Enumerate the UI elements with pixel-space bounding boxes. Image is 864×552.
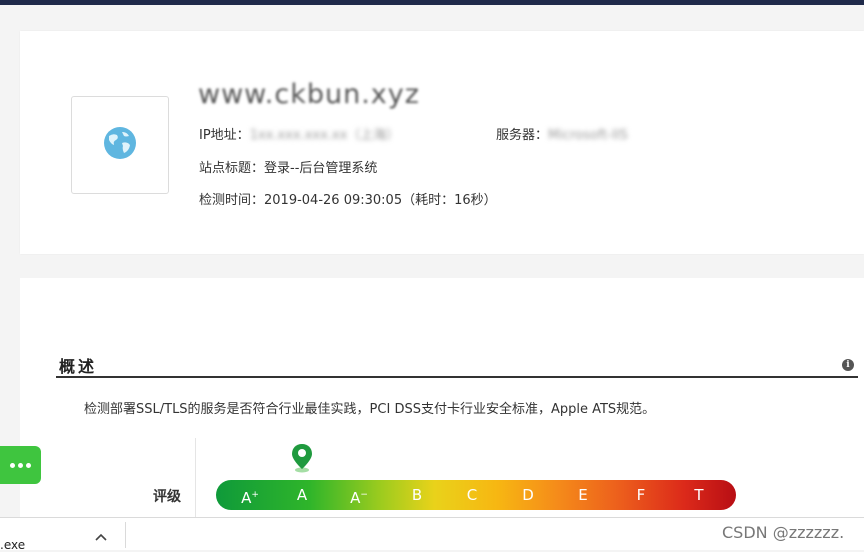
top-header-bar [0,0,864,5]
site-logo [71,96,169,194]
info-icon[interactable]: i [842,359,854,371]
overview-description: 检测部署SSL/TLS的服务是否符合行业最佳实践，PCI DSS支付卡行业安全标… [84,402,656,417]
grade-a-minus: A− [350,489,368,507]
site-info-card: www.ckbun.xyz IP地址：1xx.xxx.xxx.xx（上海） 服务… [20,31,864,254]
dot-icon [26,462,31,468]
grade-a: A [296,486,308,504]
vertical-divider [195,438,196,518]
ip-label: IP地址： [199,128,250,143]
chevron-up-icon[interactable] [95,530,107,544]
check-time-label: 检测时间： [199,193,265,208]
overview-card: 概述 i 检测部署SSL/TLS的服务是否符合行业最佳实践，PCI DSS支付卡… [20,278,864,518]
grade-e: E [578,486,588,504]
grade-c: C [466,486,478,504]
csdn-watermark: CSDN @zzzzzz. [722,523,845,542]
location-pin-icon [291,443,313,477]
ip-value: 1xx.xxx.xxx.xx（上海） [249,128,400,143]
grade-scale-bar: A+ A A− B C D E F T [216,480,736,510]
section-divider [56,376,858,378]
server-label: 服务器： [496,128,549,143]
server-value: Microsoft-IIS [548,128,628,143]
globe-icon [103,126,137,164]
grade-a-plus: A+ [241,489,259,507]
dot-icon [18,462,23,468]
grade-t: T [694,486,704,504]
more-options-button[interactable] [0,446,41,484]
grade-f: F [636,486,646,504]
grade-b: B [411,486,423,504]
page-title-value: 登录--后台管理系统 [264,161,378,176]
dot-icon [10,462,15,468]
download-separator [125,522,126,548]
download-file-name[interactable]: .exe [0,538,25,552]
check-time-value: 2019-04-26 09:30:05（耗时：16秒） [264,193,497,208]
overview-title: 概述 [59,357,98,376]
grade-d: D [522,486,534,504]
site-domain-title: www.ckbun.xyz [198,79,420,110]
page-title-label: 站点标题： [199,161,265,176]
rating-label: 评级 [153,489,181,505]
